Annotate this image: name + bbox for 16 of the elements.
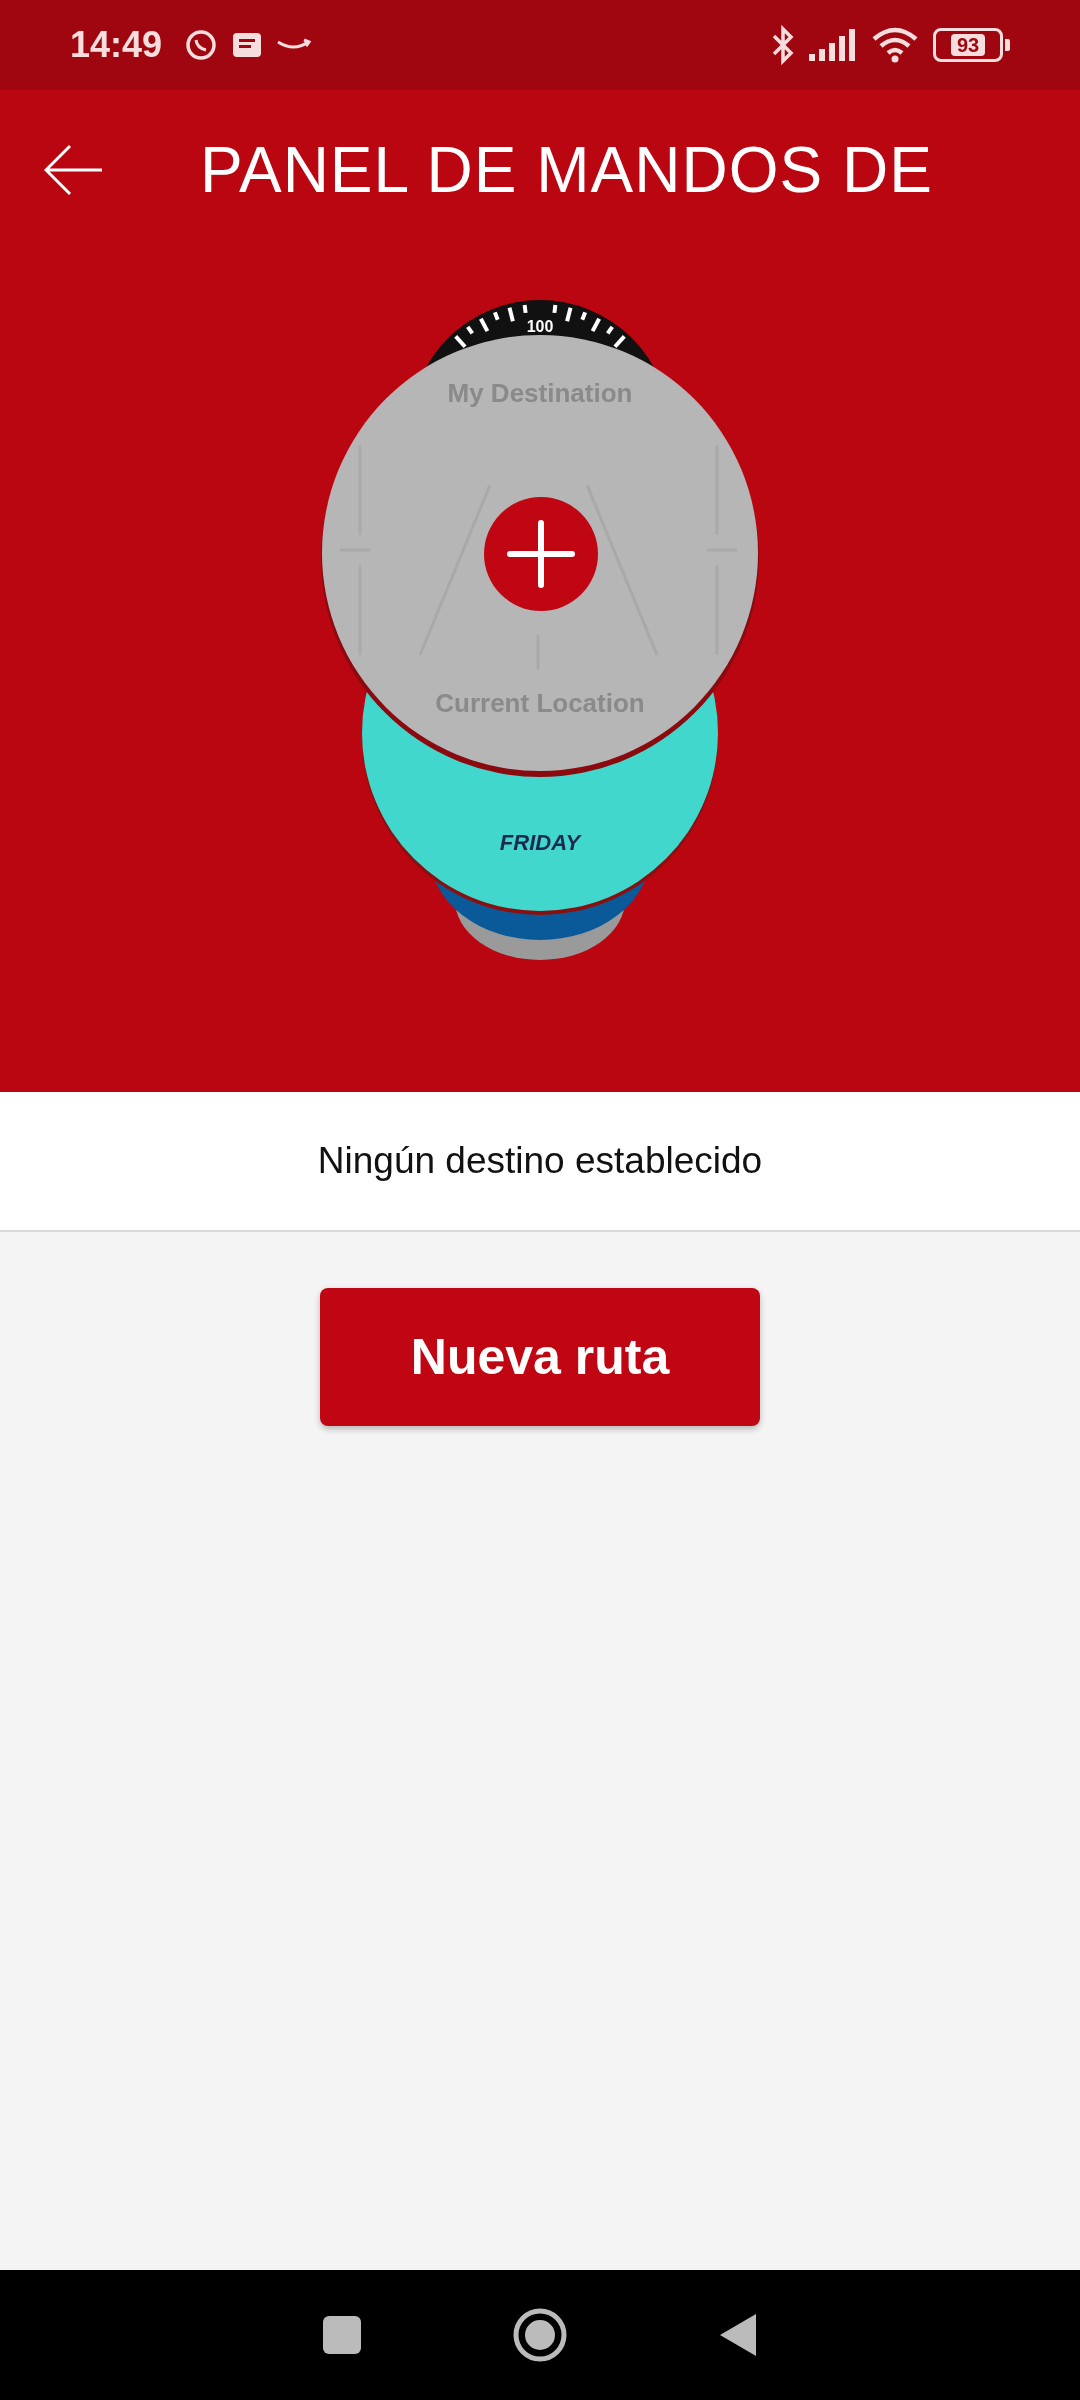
destination-status: Ningún destino establecido [317, 1140, 763, 1182]
recents-button[interactable] [322, 2315, 362, 2355]
new-route-button[interactable]: Nueva ruta [320, 1288, 760, 1426]
dial-number: 100 [525, 318, 555, 336]
weekday-label: FRIDAY [498, 830, 583, 856]
chat-icon [184, 28, 219, 62]
message-icon [232, 31, 263, 59]
bluetooth-icon [771, 25, 795, 65]
screen-title: PANEL DE MANDOS DE [200, 133, 933, 207]
wifi-icon [871, 27, 919, 63]
clock-time: 14:49 [70, 24, 163, 66]
home-button[interactable] [512, 2307, 568, 2363]
signal-icon [809, 28, 857, 62]
plus-icon [506, 519, 576, 589]
smile-arrow-icon [276, 38, 313, 52]
back-nav-button[interactable] [718, 2312, 758, 2358]
